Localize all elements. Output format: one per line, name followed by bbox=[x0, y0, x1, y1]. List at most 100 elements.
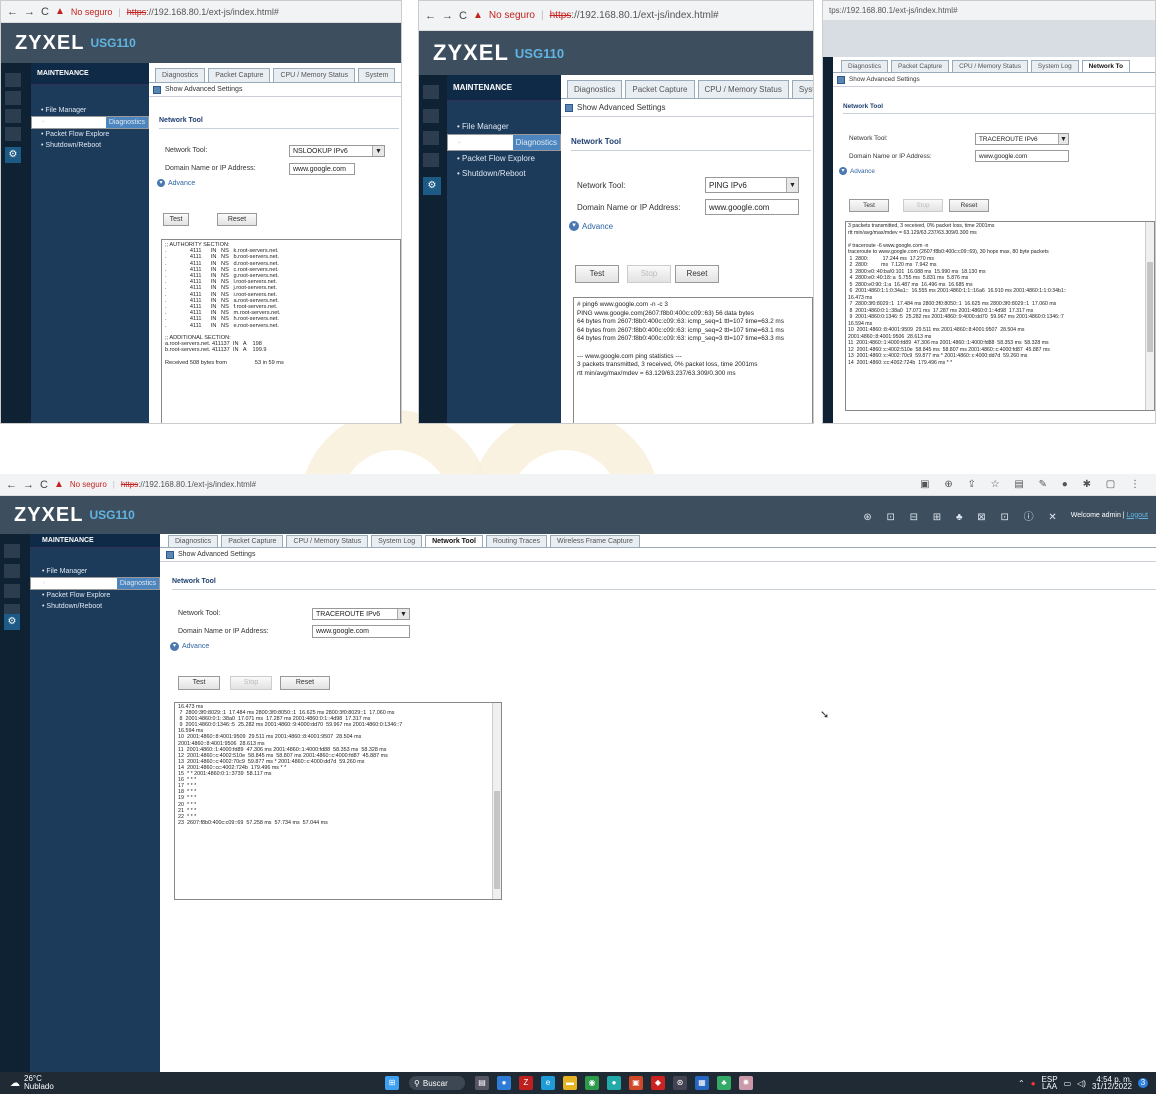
show-advanced-settings[interactable]: Show Advanced Settings bbox=[561, 99, 813, 117]
domain-input[interactable]: www.google.com bbox=[312, 625, 410, 638]
tab-system-log[interactable]: System Log bbox=[371, 535, 423, 547]
sidebar-item-file-manager[interactable]: • File Manager bbox=[30, 566, 160, 577]
reset-button[interactable]: Reset bbox=[217, 213, 257, 226]
chrome-icon[interactable]: ◉ bbox=[585, 1076, 599, 1090]
edge-icon[interactable]: e bbox=[541, 1076, 555, 1090]
test-button[interactable]: Test bbox=[178, 676, 220, 690]
sidebar-item-file-manager[interactable]: • File Manager bbox=[447, 119, 561, 134]
domain-input[interactable]: www.google.com bbox=[975, 150, 1069, 162]
tab-diagnostics[interactable]: Diagnostics bbox=[155, 68, 206, 82]
tab-cpu-memory[interactable]: CPU / Memory Status bbox=[286, 535, 369, 547]
not-secure-label[interactable]: No seguro bbox=[70, 480, 107, 489]
sidebar-item-diagnostics[interactable]: • Diagnostics bbox=[31, 116, 149, 129]
app-icon-7[interactable]: ✹ bbox=[739, 1076, 753, 1090]
reset-button[interactable]: Reset bbox=[949, 199, 989, 212]
system-tray[interactable]: ⌃ ● ESP LAA ▭ ◁) 4:54 p. m. 31/12/2022 3 bbox=[1018, 1076, 1156, 1091]
output-area[interactable]: # ping6 www.google.com -n -c 3 PING www.g… bbox=[573, 297, 813, 423]
tab-packet-capture[interactable]: Packet Capture bbox=[891, 60, 950, 72]
tab-wireless-frame-capture[interactable]: Wireless Frame Capture bbox=[550, 535, 640, 547]
tab-packet-capture[interactable]: Packet Capture bbox=[208, 68, 271, 82]
scrollbar[interactable] bbox=[492, 703, 501, 899]
sidebar-item-diagnostics[interactable]: • Diagnostics bbox=[447, 134, 561, 151]
output-area[interactable]: ;; AUTHORITY SECTION:. 4111 IN NS k.root… bbox=[161, 239, 401, 423]
url[interactable]: https://192.168.80.1/ext-js/index.html# bbox=[550, 10, 719, 21]
app-icon-6[interactable]: ▦ bbox=[695, 1076, 709, 1090]
app-icon-4[interactable]: ◆ bbox=[651, 1076, 665, 1090]
tab-network-tool[interactable]: Network To bbox=[1081, 60, 1130, 72]
output-area[interactable]: 3 packets transmitted, 3 received, 0% pa… bbox=[845, 221, 1155, 411]
stop-button[interactable]: Stop bbox=[627, 265, 671, 283]
advance-toggle[interactable]: ▾ Advance bbox=[569, 221, 613, 231]
task-view-icon[interactable]: ▤ bbox=[475, 1076, 489, 1090]
tab-packet-capture[interactable]: Packet Capture bbox=[625, 80, 695, 98]
browser-toolbar-icons[interactable]: ▣ ⊕ ⇪ ☆ ▤ ✎ ● ✱ ▢ ⋮ bbox=[920, 479, 1156, 490]
network-tool-select[interactable]: NSLOOKUP IPv6 ▼ bbox=[289, 145, 385, 157]
sidebar-item-packet-flow[interactable]: • Packet Flow Explore bbox=[447, 151, 561, 166]
tab-diagnostics[interactable]: Diagnostics bbox=[168, 535, 219, 547]
back-icon[interactable]: ← bbox=[7, 6, 18, 18]
domain-input[interactable]: www.google.com bbox=[705, 199, 799, 215]
url[interactable]: https://192.168.80.1/ext-js/index.html# bbox=[127, 7, 279, 17]
stop-button[interactable]: Stop bbox=[903, 199, 943, 212]
reload-icon[interactable]: C bbox=[459, 10, 467, 22]
not-secure-label[interactable]: No seguro bbox=[489, 10, 535, 21]
maintenance-icon[interactable]: ⚙ bbox=[423, 177, 441, 195]
windows-start-icon[interactable]: ⊞ bbox=[385, 1076, 399, 1090]
advance-toggle[interactable]: ▾ Advance bbox=[170, 642, 209, 651]
tab-packet-capture[interactable]: Packet Capture bbox=[221, 535, 284, 547]
app-icon-3[interactable]: ▣ bbox=[629, 1076, 643, 1090]
sidebar-item-packet-flow[interactable]: • Packet Flow Explore bbox=[30, 590, 160, 601]
network-app-icon[interactable]: ♣ bbox=[717, 1076, 731, 1090]
tab-cpu-memory[interactable]: CPU / Memory Status bbox=[273, 68, 356, 82]
filezilla-icon[interactable]: Z bbox=[519, 1076, 533, 1090]
network-tool-select[interactable]: PING IPv6 ▼ bbox=[705, 177, 799, 193]
logout-link[interactable]: Logout bbox=[1127, 512, 1148, 519]
sidebar-item-file-manager[interactable]: • File Manager bbox=[31, 105, 149, 116]
show-advanced-settings[interactable]: Show Advanced Settings bbox=[833, 73, 1155, 87]
tab-diagnostics[interactable]: Diagnostics bbox=[567, 80, 623, 98]
search-box[interactable]: ⚲ Buscar bbox=[409, 1076, 465, 1090]
not-secure-label[interactable]: No seguro bbox=[71, 7, 113, 17]
header-icons[interactable]: ⊛ ⊡ ⊟ ⊞ ♣ ⊠ ⊡ ⓘ ✕ bbox=[863, 508, 1062, 523]
weather-widget[interactable]: ☁ 26°C Nublado bbox=[0, 1075, 120, 1091]
stop-button[interactable]: Stop bbox=[230, 676, 272, 690]
tab-system[interactable]: System bbox=[791, 80, 813, 98]
tab-network-tool[interactable]: Network Tool bbox=[425, 535, 483, 547]
forward-icon[interactable]: → bbox=[23, 479, 34, 491]
app-icon-5[interactable]: ⊛ bbox=[673, 1076, 687, 1090]
forward-icon[interactable]: → bbox=[24, 6, 35, 18]
test-button[interactable]: Test bbox=[575, 265, 619, 283]
domain-input[interactable]: www.google.com bbox=[289, 163, 355, 175]
tab-diagnostics[interactable]: Diagnostics bbox=[841, 60, 889, 72]
show-advanced-settings[interactable]: Show Advanced Settings bbox=[160, 548, 1156, 562]
reload-icon[interactable]: C bbox=[40, 479, 48, 491]
show-advanced-settings[interactable]: Show Advanced Settings bbox=[149, 83, 401, 97]
tab-system-log[interactable]: System Log bbox=[1030, 60, 1079, 72]
scrollbar[interactable] bbox=[1145, 222, 1154, 410]
sidebar-item-shutdown[interactable]: • Shutdown/Reboot bbox=[447, 166, 561, 181]
output-area[interactable]: 16.473 ms 7 2800:3f0:8029::1 17.484 ms 2… bbox=[174, 702, 502, 900]
test-button[interactable]: Test bbox=[849, 199, 889, 212]
test-button[interactable]: Test bbox=[163, 213, 189, 226]
advance-toggle[interactable]: ▾ Advance bbox=[157, 179, 195, 187]
back-icon[interactable]: ← bbox=[6, 479, 17, 491]
advance-toggle[interactable]: ▾ Advance bbox=[839, 167, 875, 175]
app-icon-1[interactable]: ● bbox=[497, 1076, 511, 1090]
sidebar-item-packet-flow[interactable]: • Packet Flow Explore bbox=[31, 129, 149, 140]
tab-cpu-memory[interactable]: CPU / Memory Status bbox=[697, 80, 789, 98]
maintenance-icon[interactable]: ⚙ bbox=[4, 614, 20, 630]
maintenance-icon[interactable]: ⚙ bbox=[5, 147, 21, 163]
sidebar-item-shutdown[interactable]: • Shutdown/Reboot bbox=[31, 140, 149, 151]
tab-routing-traces[interactable]: Routing Traces bbox=[485, 535, 548, 547]
url[interactable]: https://192.168.80.1/ext-js/index.html# bbox=[121, 480, 256, 489]
reset-button[interactable]: Reset bbox=[675, 265, 719, 283]
back-icon[interactable]: ← bbox=[425, 10, 436, 22]
sidebar-item-diagnostics[interactable]: • Diagnostics bbox=[30, 577, 160, 590]
tab-system[interactable]: System bbox=[358, 68, 396, 82]
url[interactable]: tps://192.168.80.1/ext-js/index.html# bbox=[829, 6, 958, 15]
sidebar-item-shutdown[interactable]: • Shutdown/Reboot bbox=[30, 601, 160, 612]
forward-icon[interactable]: → bbox=[442, 10, 453, 22]
folder-icon[interactable]: ▬ bbox=[563, 1076, 577, 1090]
tab-cpu-memory[interactable]: CPU / Memory Status bbox=[952, 60, 1028, 72]
app-icon-2[interactable]: ● bbox=[607, 1076, 621, 1090]
